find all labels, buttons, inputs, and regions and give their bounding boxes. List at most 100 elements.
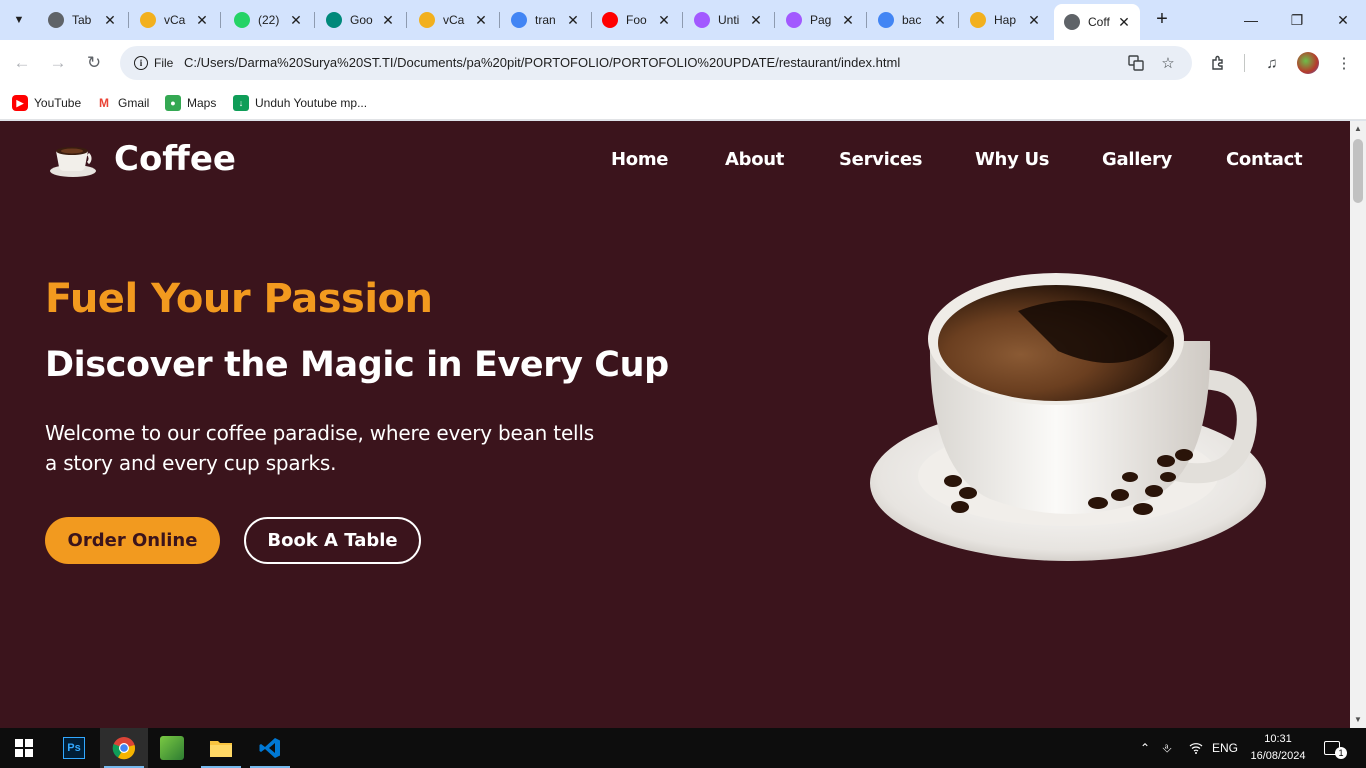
browser-tab[interactable]: vCa ✕ <box>409 4 497 36</box>
taskbar-photoshop[interactable]: Ps <box>50 728 98 768</box>
reload-button[interactable]: ↻ <box>81 50 107 76</box>
taskbar-vscode[interactable] <box>246 728 294 768</box>
browser-tab[interactable]: Unti ✕ <box>684 4 772 36</box>
youtube-icon: ▶ <box>12 95 28 111</box>
address-bar[interactable]: i File C:/Users/Darma%20Surya%20ST.TI/Do… <box>120 46 1192 80</box>
tab-close-icon[interactable]: ✕ <box>194 12 210 29</box>
tab-close-icon[interactable]: ✕ <box>840 12 856 29</box>
scroll-down-arrow-icon[interactable]: ▼ <box>1350 712 1366 728</box>
page-scrollbar[interactable]: ▲ ▼ <box>1350 121 1366 728</box>
close-window-button[interactable]: ✕ <box>1320 0 1366 40</box>
wifi-icon[interactable] <box>1189 728 1203 768</box>
restore-button[interactable]: ❐ <box>1274 0 1320 40</box>
tab-close-icon[interactable]: ✕ <box>473 12 489 29</box>
site-info-chip[interactable]: i File <box>128 51 179 75</box>
tab-close-icon[interactable]: ✕ <box>1116 14 1132 31</box>
power-plug-icon[interactable]: ⎀ <box>1162 728 1172 768</box>
google-meet-icon <box>326 12 342 28</box>
chrome-icon <box>48 12 64 28</box>
menu-kebab-icon[interactable]: ⋮ <box>1333 52 1355 74</box>
bookmark-gmail[interactable]: M Gmail <box>96 94 149 112</box>
tab-close-icon[interactable]: ✕ <box>932 12 948 29</box>
url-text[interactable]: C:/Users/Darma%20Surya%20ST.TI/Documents… <box>184 55 900 70</box>
nav-link-services[interactable]: Services <box>839 149 922 170</box>
tab-title: bac <box>902 13 922 27</box>
taskbar-file-explorer[interactable] <box>197 728 245 768</box>
clock[interactable]: 10:31 16/08/2024 <box>1250 731 1306 765</box>
order-online-button[interactable]: Order Online <box>45 517 220 564</box>
tab-search-button[interactable]: ▼ <box>6 7 32 33</box>
bookmark-star-icon[interactable]: ☆ <box>1158 53 1178 73</box>
scrollbar-thumb[interactable] <box>1353 139 1363 203</box>
browser-tab[interactable]: Foo ✕ <box>592 4 680 36</box>
notification-count-badge: 1 <box>1335 747 1347 759</box>
nav-link-contact[interactable]: Contact <box>1226 149 1303 170</box>
bookmark-youtube[interactable]: ▶ YouTube <box>12 94 81 112</box>
coffee-cup-hero-image <box>870 273 1266 561</box>
browser-tab[interactable]: Hap ✕ <box>960 4 1050 36</box>
bookmark-label: Gmail <box>118 96 150 110</box>
windows-taskbar: Ps ⌃ ⎀ ENG 10:31 16/08/2024 1 <box>0 728 1366 768</box>
language-indicator[interactable]: ENG <box>1212 728 1238 768</box>
tab-separator <box>774 12 775 28</box>
start-button[interactable] <box>0 728 48 768</box>
figma-icon <box>786 12 802 28</box>
tab-close-icon[interactable]: ✕ <box>748 12 764 29</box>
browser-tab[interactable]: Tab ✕ <box>38 4 126 36</box>
translate-icon[interactable] <box>1126 53 1146 73</box>
vcard-icon <box>140 12 156 28</box>
show-hidden-icons-button[interactable]: ⌃ <box>1140 728 1150 768</box>
browser-tab[interactable]: Goo ✕ <box>316 4 404 36</box>
tab-title: tran <box>535 13 556 27</box>
nav-link-why-us[interactable]: Why Us <box>975 149 1050 170</box>
nav-link-gallery[interactable]: Gallery <box>1102 149 1172 170</box>
tab-separator <box>499 12 500 28</box>
bookmark-downloader[interactable]: ↓ Unduh Youtube mp... <box>233 94 367 112</box>
minimize-button[interactable]: — <box>1228 0 1274 40</box>
browser-tab[interactable]: Coff ✕ <box>1054 4 1140 40</box>
new-tab-button[interactable]: + <box>1150 8 1174 32</box>
coffee-cup-logo-icon[interactable] <box>48 139 100 179</box>
browser-tab[interactable]: bac ✕ <box>868 4 956 36</box>
tab-close-icon[interactable]: ✕ <box>565 12 581 29</box>
globe-icon <box>1064 14 1080 30</box>
site-brand-name[interactable]: Coffee <box>114 139 236 179</box>
start-icon <box>15 739 33 757</box>
taskbar-chrome[interactable] <box>100 728 148 768</box>
browser-tab[interactable]: vCa ✕ <box>130 4 218 36</box>
scroll-up-arrow-icon[interactable]: ▲ <box>1350 121 1366 137</box>
whatsapp-icon <box>234 12 250 28</box>
forward-button[interactable]: → <box>45 50 71 76</box>
gmail-icon: M <box>96 95 112 111</box>
tab-close-icon[interactable]: ✕ <box>380 12 396 29</box>
extensions-icon[interactable] <box>1207 52 1229 74</box>
chevron-up-icon: ⌃ <box>1140 741 1151 755</box>
bookmark-label: Unduh Youtube mp... <box>255 96 368 110</box>
profile-avatar[interactable] <box>1297 52 1319 74</box>
tab-close-icon[interactable]: ✕ <box>656 12 672 29</box>
tab-close-icon[interactable]: ✕ <box>102 12 118 29</box>
browser-tab[interactable]: tran ✕ <box>501 4 589 36</box>
nav-link-about[interactable]: About <box>725 149 784 170</box>
notification-center-button[interactable]: 1 <box>1324 728 1352 768</box>
tab-close-icon[interactable]: ✕ <box>1026 12 1042 29</box>
hero-title: Discover the Magic in Every Cup <box>45 345 669 385</box>
browser-toolbar: ← → ↻ i File C:/Users/Darma%20Surya%20ST… <box>0 40 1366 86</box>
browser-tab[interactable]: (22) ✕ <box>224 4 312 36</box>
clock-time: 10:31 <box>1264 733 1292 745</box>
page-viewport: Coffee Home About Services Why Us Galler… <box>0 121 1350 728</box>
chrome-icon <box>112 737 136 760</box>
tab-separator <box>958 12 959 28</box>
bookmark-label: YouTube <box>34 96 82 110</box>
browser-tab[interactable]: Pag ✕ <box>776 4 864 36</box>
tab-separator <box>220 12 221 28</box>
figma-icon <box>694 12 710 28</box>
tab-close-icon[interactable]: ✕ <box>288 12 304 29</box>
book-table-button[interactable]: Book A Table <box>244 517 421 564</box>
nav-link-home[interactable]: Home <box>611 149 669 170</box>
back-button[interactable]: ← <box>9 50 35 76</box>
taskbar-scribus[interactable] <box>148 728 196 768</box>
url-scheme-label: File <box>154 56 174 70</box>
media-controls-icon[interactable]: ♫ <box>1261 52 1283 74</box>
bookmark-maps[interactable]: ● Maps <box>165 94 216 112</box>
